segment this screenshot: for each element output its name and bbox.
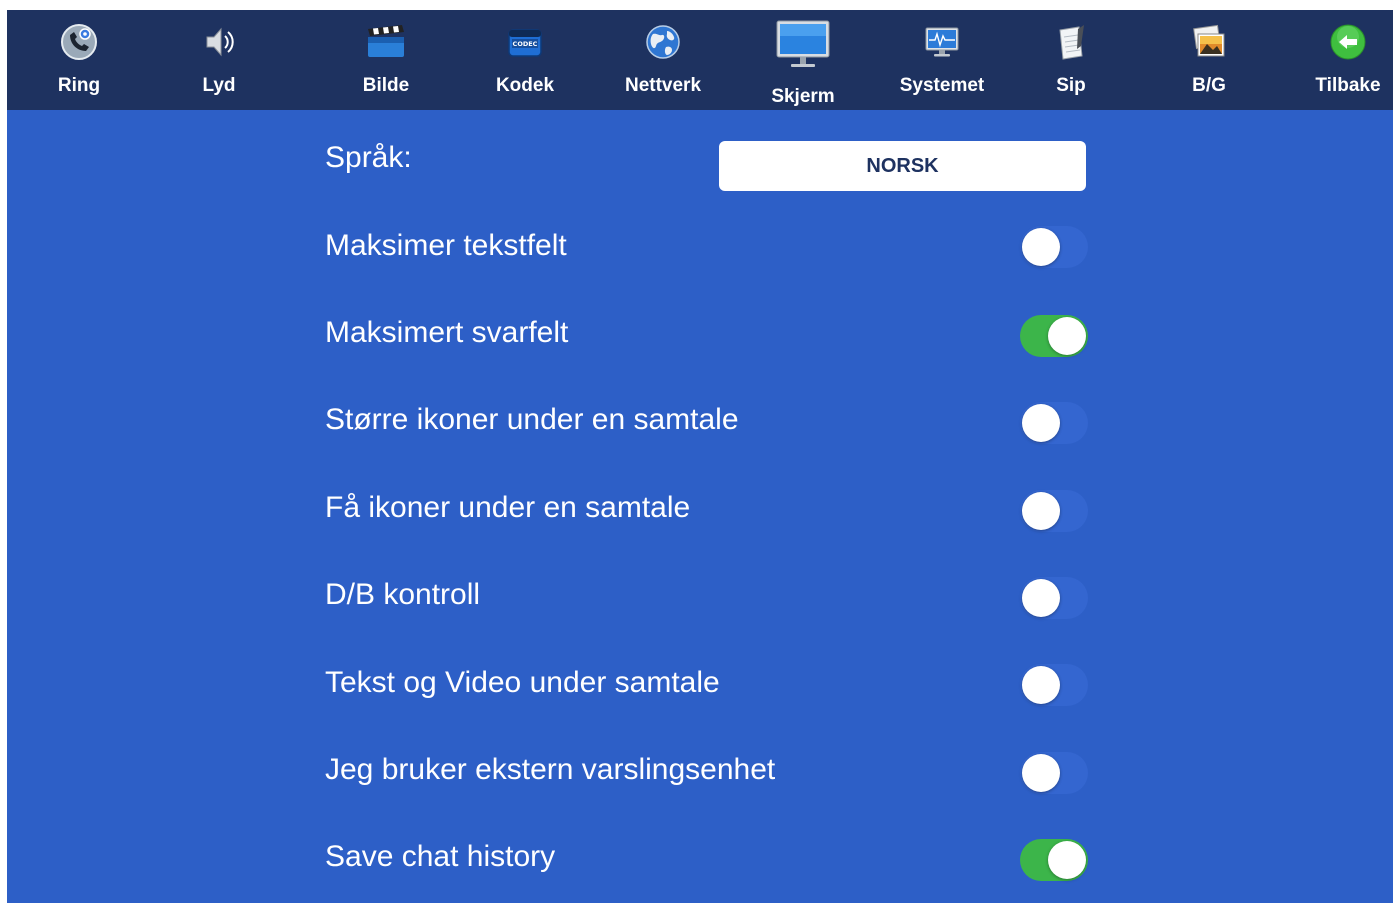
nav-bg-label: B/G <box>1192 75 1226 96</box>
toggle-knob <box>1048 317 1086 355</box>
nav-lyd-label: Lyd <box>202 75 236 96</box>
system-monitor-icon <box>920 22 964 62</box>
toggle-knob <box>1022 666 1060 704</box>
setting-label-tekst-og-video: Tekst og Video under samtale <box>325 666 720 699</box>
nav-sip-label: Sip <box>1056 75 1086 96</box>
toggle-tekst-og-video[interactable] <box>1020 664 1088 706</box>
nav-bilde-label: Bilde <box>362 75 410 96</box>
toggle-knob <box>1022 404 1060 442</box>
toggle-storre-ikoner[interactable] <box>1020 402 1088 444</box>
nav-systemet-button[interactable]: Systemet <box>882 10 1002 110</box>
toggle-fa-ikoner[interactable] <box>1020 490 1088 532</box>
nav-nettverk-label: Nettverk <box>624 75 702 96</box>
back-arrow-icon <box>1326 22 1370 62</box>
toggle-maksimert-svarfelt[interactable] <box>1020 315 1088 357</box>
setting-label-ekstern-varslingsenhet: Jeg bruker ekstern varslingsenhet <box>325 753 776 786</box>
pictures-icon <box>1187 22 1231 62</box>
toggle-knob <box>1048 841 1086 879</box>
nav-kodek-label: Kodek <box>495 75 555 96</box>
setting-label-db-kontroll: D/B kontroll <box>325 578 481 611</box>
top-navigation-bar: Ring Lyd Bilde CODEC Kodek Nettverk Skje… <box>7 10 1393 110</box>
toggle-knob <box>1022 492 1060 530</box>
toggle-knob <box>1022 754 1060 792</box>
notepad-icon <box>1049 22 1093 62</box>
nav-lyd-button[interactable]: Lyd <box>159 10 279 110</box>
phone-gear-icon <box>57 22 101 62</box>
nav-nettverk-button[interactable]: Nettverk <box>603 10 723 110</box>
nav-ring-label: Ring <box>57 75 101 96</box>
language-select-button[interactable]: NORSK <box>719 141 1086 191</box>
monitor-icon <box>775 18 831 72</box>
toggle-db-kontroll[interactable] <box>1020 577 1088 619</box>
nav-skjerm-button[interactable]: Skjerm <box>743 10 863 110</box>
toggle-ekstern-varslingsenhet[interactable] <box>1020 752 1088 794</box>
setting-label-maksimert-svarfelt: Maksimert svarfelt <box>325 316 569 349</box>
globe-icon <box>641 22 685 62</box>
setting-label-save-chat-history: Save chat history <box>325 840 556 873</box>
nav-systemet-label: Systemet <box>899 75 985 96</box>
nav-bg-button[interactable]: B/G <box>1149 10 1269 110</box>
svg-text:CODEC: CODEC <box>513 40 538 48</box>
nav-ring-button[interactable]: Ring <box>19 10 139 110</box>
nav-kodek-button[interactable]: CODEC Kodek <box>465 10 585 110</box>
nav-tilbake-label: Tilbake <box>1315 75 1381 96</box>
nav-sip-button[interactable]: Sip <box>1011 10 1131 110</box>
nav-bilde-button[interactable]: Bilde <box>326 10 446 110</box>
setting-label-storre-ikoner: Større ikoner under en samtale <box>325 403 739 436</box>
clapperboard-icon <box>364 22 408 62</box>
toggle-maksimer-tekstfelt[interactable] <box>1020 226 1088 268</box>
language-label: Språk: <box>325 141 412 174</box>
setting-label-maksimer-tekstfelt: Maksimer tekstfelt <box>325 229 567 262</box>
setting-label-fa-ikoner: Få ikoner under en samtale <box>325 491 691 524</box>
toggle-knob <box>1022 579 1060 617</box>
settings-screen: Ring Lyd Bilde CODEC Kodek Nettverk Skje… <box>7 10 1393 903</box>
toggle-knob <box>1022 228 1060 266</box>
toggle-save-chat-history[interactable] <box>1020 839 1088 881</box>
codec-chip-icon: CODEC <box>503 22 547 62</box>
nav-tilbake-button[interactable]: Tilbake <box>1288 10 1393 110</box>
nav-skjerm-label: Skjerm <box>771 86 835 107</box>
speaker-icon <box>197 22 241 62</box>
